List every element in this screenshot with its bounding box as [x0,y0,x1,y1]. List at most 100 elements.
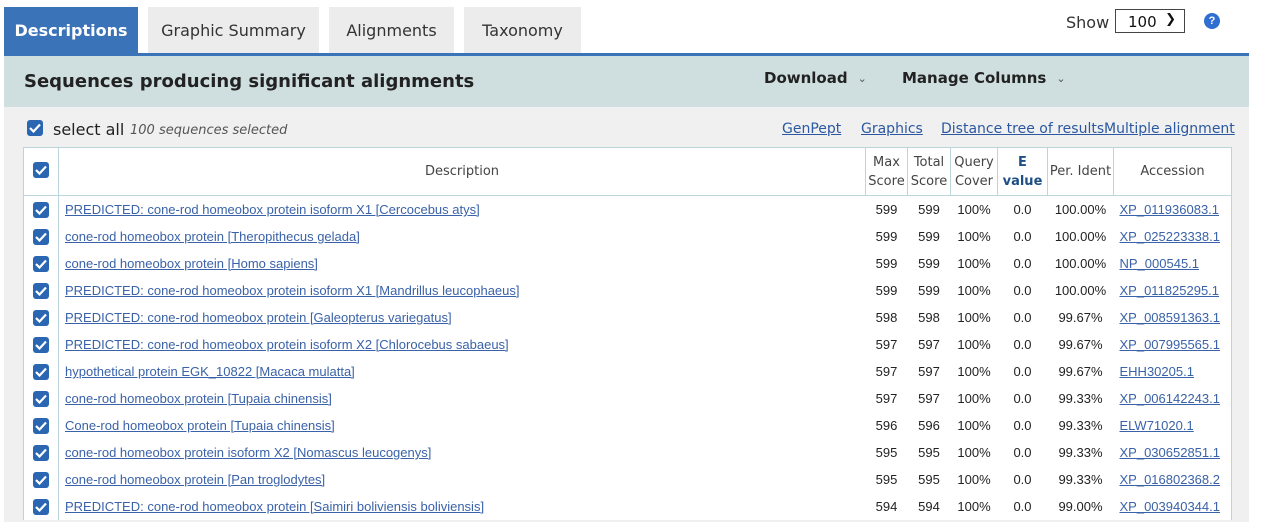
description-link[interactable]: cone-rod homeobox protein [Pan troglodyt… [65,472,325,487]
row-checkbox[interactable] [33,309,49,326]
row-checkbox-cell[interactable] [23,412,59,439]
description-cell: PREDICTED: cone-rod homeobox protein iso… [59,277,866,304]
e-value-cell: 0.0 [1013,472,1032,487]
row-checkbox-cell[interactable] [23,385,59,412]
accession-link[interactable]: XP_003940344.1 [1120,499,1220,514]
show-count-select[interactable]: 100 ❯ [1115,9,1185,33]
accession-link[interactable]: EHH30205.1 [1120,364,1194,379]
row-checkbox[interactable] [33,255,49,272]
row-checkbox-cell[interactable] [23,358,59,385]
description-link[interactable]: cone-rod homeobox protein [Tupaia chinen… [65,391,332,406]
query-cover-cell: 100% [957,418,991,433]
row-checkbox-cell[interactable] [23,223,59,250]
column-header-max-score[interactable]: Max Score [865,147,908,196]
accession-link[interactable]: XP_008591363.1 [1120,310,1220,325]
chevron-down-icon: ⌄ [857,71,867,85]
description-link[interactable]: PREDICTED: cone-rod homeobox protein [Ga… [65,310,452,325]
column-header-total-score[interactable]: Total Score [907,147,951,196]
results-header: Sequences producing significant alignmen… [4,56,1249,107]
column-header-per-ident[interactable]: Per. Ident [1047,147,1114,196]
row-checkbox[interactable] [33,201,49,218]
query-cover-cell: 100% [957,364,991,379]
checkbox-checked-icon [35,394,47,404]
accession-link[interactable]: XP_007995565.1 [1120,337,1220,352]
description-link[interactable]: cone-rod homeobox protein [Homo sapiens] [65,256,318,271]
row-checkbox-cell[interactable] [23,493,59,520]
graphics-link[interactable]: Graphics [861,121,923,137]
help-icon[interactable]: ? [1204,13,1220,29]
row-checkbox[interactable] [33,417,49,434]
row-checkbox[interactable] [33,336,49,353]
tab-alignments[interactable]: Alignments [329,7,454,54]
description-link[interactable]: hypothetical protein EGK_10822 [Macaca m… [65,364,355,379]
multiple-alignment-link[interactable]: Multiple alignment [1104,121,1235,137]
description-link[interactable]: cone-rod homeobox protein isoform X2 [No… [65,445,431,460]
row-checkbox-cell[interactable] [23,304,59,331]
row-checkbox[interactable] [33,363,49,380]
per-ident-cell: 99.33% [1058,418,1103,433]
accession-link[interactable]: NP_000545.1 [1120,256,1200,271]
accession-link[interactable]: XP_006142243.1 [1120,391,1220,406]
checkbox-checked-icon [35,448,47,458]
description-link[interactable]: PREDICTED: cone-rod homeobox protein iso… [65,337,509,352]
e-value-cell: 0.0 [1013,364,1032,379]
e-value-cell: 0.0 [1013,283,1032,298]
row-checkbox[interactable] [33,228,49,245]
select-all-checkbox[interactable] [27,120,43,136]
alignments-table: Description Max Score Total Score Query … [23,147,1232,520]
row-checkbox[interactable] [33,282,49,299]
description-cell: cone-rod homeobox protein [Pan troglodyt… [59,466,866,493]
accession-cell: XP_016802368.2 [1113,466,1232,493]
description-link[interactable]: PREDICTED: cone-rod homeobox protein [Sa… [65,499,484,514]
e-value-cell: 0.0 [1013,391,1032,406]
column-header-accession[interactable]: Accession [1113,147,1232,196]
accession-link[interactable]: ELW71020.1 [1120,418,1194,433]
tab-descriptions[interactable]: Descriptions [4,7,138,54]
e-value-cell: 0.0 [1013,499,1032,514]
download-button[interactable]: Download ⌄ [764,69,867,87]
description-link[interactable]: PREDICTED: cone-rod homeobox protein iso… [65,202,480,217]
description-link[interactable]: PREDICTED: cone-rod homeobox protein iso… [65,283,520,298]
row-checkbox[interactable] [33,390,49,407]
row-checkbox-cell[interactable] [23,277,59,304]
row-checkbox[interactable] [33,444,49,461]
accession-link[interactable]: XP_030652851.1 [1120,445,1220,460]
accession-link[interactable]: XP_016802368.2 [1120,472,1220,487]
per-ident-cell: 99.67% [1058,364,1103,379]
row-checkbox-cell[interactable] [23,331,59,358]
accession-link[interactable]: XP_011936083.1 [1120,202,1220,217]
accession-cell: ELW71020.1 [1113,412,1232,439]
description-cell: cone-rod homeobox protein [Tupaia chinen… [59,385,866,412]
description-link[interactable]: Cone-rod homeobox protein [Tupaia chinen… [65,418,335,433]
accession-link[interactable]: XP_025223338.1 [1120,229,1220,244]
query-cover-cell: 100% [957,202,991,217]
chevron-down-icon: ⌄ [1056,71,1066,85]
row-checkbox-cell[interactable] [23,250,59,277]
row-checkbox-cell[interactable] [23,195,59,223]
table-row: PREDICTED: cone-rod homeobox protein iso… [23,195,1232,223]
checkbox-checked-icon [35,165,47,175]
checkbox-checked-icon [35,502,47,512]
e-value-cell: 0.0 [1013,229,1032,244]
select-all-label: select all [53,120,125,139]
description-link[interactable]: cone-rod homeobox protein [Theropithecus… [65,229,360,244]
column-header-query-cover[interactable]: Query Cover [950,147,998,196]
column-header-description[interactable]: Description [58,147,866,196]
tab-taxonomy[interactable]: Taxonomy [464,7,581,54]
distance-tree-link[interactable]: Distance tree of results [941,121,1104,137]
tab-graphic-summary[interactable]: Graphic Summary [148,7,319,54]
row-checkbox-cell[interactable] [23,439,59,466]
max-score-cell: 597 [875,364,898,379]
header-checkbox-cell[interactable] [23,147,59,196]
max-score-cell: 597 [875,391,898,406]
table-header-row: Description Max Score Total Score Query … [23,147,1232,196]
accession-link[interactable]: XP_011825295.1 [1120,283,1220,298]
row-checkbox-cell[interactable] [23,466,59,493]
header-checkbox[interactable] [33,162,49,178]
row-checkbox[interactable] [33,471,49,488]
genpept-link[interactable]: GenPept [782,121,841,137]
column-header-e-value[interactable]: E value [997,147,1048,196]
manage-columns-button[interactable]: Manage Columns ⌄ [902,69,1066,87]
total-score-cell: 594 [918,499,940,514]
row-checkbox[interactable] [33,498,49,515]
